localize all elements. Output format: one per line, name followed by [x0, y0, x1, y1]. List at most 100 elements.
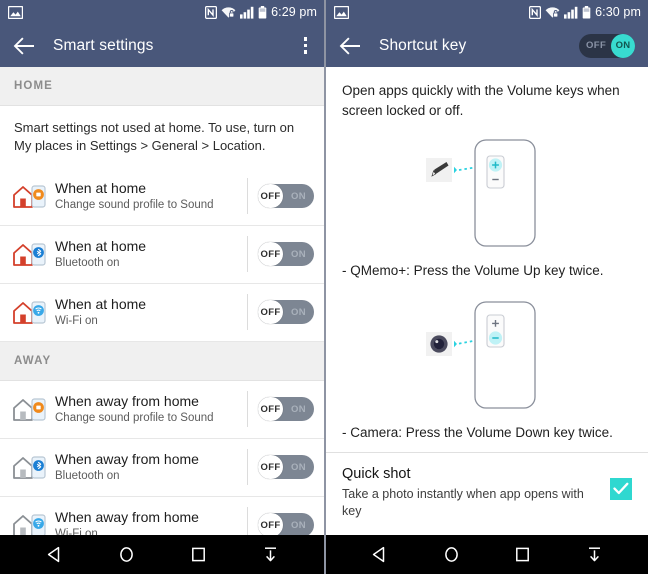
camera-illustration: [326, 290, 648, 419]
back-arrow-icon[interactable]: [13, 36, 35, 55]
status-time: 6:30 pm: [595, 5, 641, 19]
settings-list: HOME Smart settings not used at home. To…: [0, 67, 324, 535]
quick-shot-checkbox[interactable]: [610, 477, 632, 500]
overflow-menu-icon[interactable]: [296, 33, 316, 58]
status-time: 6:29 pm: [271, 5, 317, 19]
row-divider: [247, 178, 248, 215]
battery-icon: [582, 5, 591, 19]
nfc-icon: [205, 5, 218, 19]
battery-icon: [258, 5, 267, 19]
table-row[interactable]: When away from home Change sound profile…: [0, 380, 324, 439]
back-nav-icon[interactable]: [34, 535, 74, 574]
row-subtitle: Bluetooth on: [55, 257, 120, 270]
status-bar-right: 6:30 pm: [326, 0, 648, 24]
back-nav-icon[interactable]: [360, 535, 400, 574]
wifi-secure-icon: [545, 6, 560, 19]
toggle-off-label: OFF: [260, 403, 281, 415]
action-bar-right: Shortcut key OFF ON: [326, 24, 648, 67]
toggle-switch[interactable]: ON OFF: [258, 513, 314, 535]
row-title: When at home: [55, 237, 147, 254]
row-title: When away from home: [55, 508, 199, 525]
navigation-bar-left: [0, 535, 324, 574]
image-icon: [333, 5, 350, 19]
row-subtitle: Bluetooth on: [55, 470, 120, 483]
toggle-on-label: ON: [290, 190, 306, 202]
home-note-text: Smart settings not used at home. To use,…: [14, 120, 295, 154]
quick-shot-row[interactable]: Quick shot Take a photo instantly when a…: [326, 453, 648, 531]
table-row[interactable]: When at home Wi-Fi on ON OFF: [0, 283, 324, 342]
row-title: When at home: [55, 295, 147, 312]
row-title: When at home: [55, 179, 147, 196]
toggle-knob: OFF: [258, 455, 283, 480]
toggle-off-label: OFF: [260, 306, 281, 318]
row-title: When away from home: [55, 392, 199, 409]
toggle-off-label: OFF: [260, 190, 281, 202]
home-nav-icon[interactable]: [106, 535, 146, 574]
row-divider: [247, 507, 248, 535]
navigation-bar-right: [326, 535, 648, 574]
camera-icon: [430, 334, 448, 353]
row-title: When away from home: [55, 450, 199, 467]
table-row[interactable]: When at home Bluetooth on ON OFF: [0, 225, 324, 284]
image-icon: [7, 5, 24, 19]
toggle-knob: OFF: [258, 184, 283, 209]
checkmark-icon: [613, 482, 629, 495]
row-text: When away from home Bluetooth on: [51, 451, 243, 484]
away-wifi-icon: [9, 510, 51, 535]
hide-keyboard-icon[interactable]: [250, 535, 290, 574]
shortcut-key-screen: 6:30 pm Shortcut key OFF ON Open apps qu…: [324, 0, 648, 574]
shortcut-key-content: Open apps quickly with the Volume keys w…: [326, 67, 648, 535]
hide-keyboard-icon[interactable]: [574, 535, 614, 574]
toggle-switch[interactable]: ON OFF: [258, 397, 314, 422]
toggle-off-label: OFF: [260, 461, 281, 473]
row-text: When away from home Wi-Fi on: [51, 509, 243, 535]
quick-shot-text: Quick shot Take a photo instantly when a…: [342, 465, 610, 521]
toggle-off-label: OFF: [260, 519, 281, 531]
recents-nav-icon[interactable]: [503, 535, 543, 574]
away-sound-icon: [9, 394, 51, 424]
camera-caption: - Camera: Press the Volume Down key twic…: [342, 424, 613, 440]
home-nav-icon[interactable]: [431, 535, 471, 574]
toggle-knob: OFF: [258, 513, 283, 535]
page-title: Shortcut key: [379, 36, 467, 54]
row-subtitle: Change sound profile to Sound: [55, 412, 214, 425]
toggle-knob: ON: [611, 33, 635, 58]
toggle-on-label: ON: [290, 306, 306, 318]
toggle-off-label: OFF: [586, 40, 607, 51]
toggle-on-label: ON: [290, 519, 306, 531]
toggle-knob: OFF: [258, 397, 283, 422]
away-bluetooth-icon: [9, 452, 51, 482]
nfc-icon: [529, 5, 542, 19]
row-divider: [247, 294, 248, 331]
row-text: When at home Bluetooth on: [51, 238, 243, 271]
quick-shot-title: Quick shot: [342, 465, 411, 482]
toggle-switch[interactable]: ON OFF: [258, 455, 314, 480]
section-header-home: HOME: [0, 67, 324, 106]
toggle-switch[interactable]: ON OFF: [258, 300, 314, 325]
table-row[interactable]: When away from home Wi-Fi on ON OFF: [0, 496, 324, 535]
toggle-off-label: OFF: [260, 248, 281, 260]
action-bar-left: Smart settings: [0, 24, 324, 67]
toggle-on-label: ON: [290, 403, 306, 415]
home-wifi-icon: [9, 297, 51, 327]
row-text: When away from home Change sound profile…: [51, 393, 243, 426]
table-row[interactable]: When away from home Bluetooth on ON OFF: [0, 438, 324, 497]
back-arrow-icon[interactable]: [339, 36, 361, 55]
table-row[interactable]: When at home Change sound profile to Sou…: [0, 167, 324, 226]
section-header-label: AWAY: [14, 354, 52, 367]
row-subtitle: Wi-Fi on: [55, 315, 98, 328]
intro-text: Open apps quickly with the Volume keys w…: [342, 83, 620, 119]
toggle-knob: OFF: [258, 242, 283, 267]
wifi-secure-icon: [221, 6, 236, 19]
toggle-switch[interactable]: ON OFF: [258, 184, 314, 209]
row-text: When at home Wi-Fi on: [51, 296, 243, 329]
toggle-on-label: ON: [290, 461, 306, 473]
section-header-away: AWAY: [0, 341, 324, 381]
dual-screenshot: 6:29 pm Smart settings HOME Smart settin…: [0, 0, 648, 574]
recents-nav-icon[interactable]: [178, 535, 218, 574]
row-divider: [247, 449, 248, 486]
shortcut-key-toggle[interactable]: OFF ON: [579, 33, 635, 58]
toggle-switch[interactable]: ON OFF: [258, 242, 314, 267]
signal-icon: [564, 6, 578, 19]
home-bluetooth-icon: [9, 239, 51, 269]
